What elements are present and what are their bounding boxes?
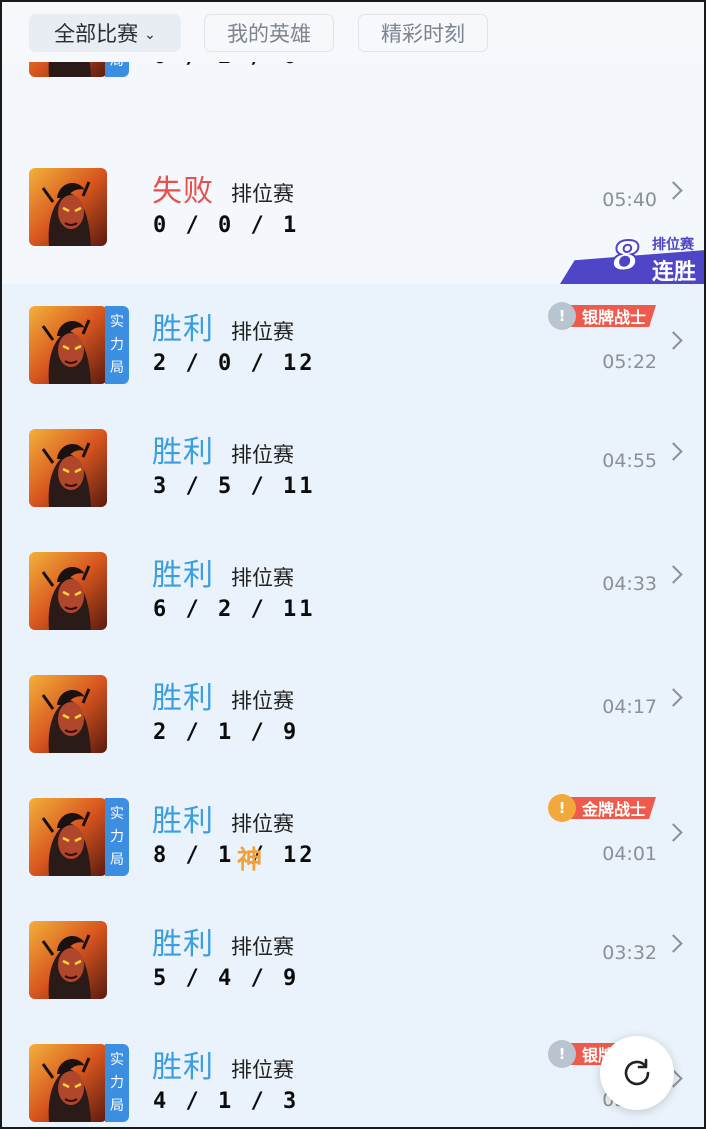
hero-avatar <box>29 168 107 246</box>
match-time: 05:22 <box>602 351 657 373</box>
streak-count: 8 <box>611 233 641 281</box>
hero-avatar-icon <box>29 306 107 384</box>
match-mode: 排位赛 <box>231 812 294 836</box>
hero-avatar <box>29 552 107 630</box>
match-mode: 排位赛 <box>231 182 294 206</box>
chevron-right-icon <box>664 565 683 584</box>
tag-char: 实 <box>110 1052 124 1068</box>
filter-all-matches[interactable]: 全部比赛 ⌄ <box>29 14 181 52</box>
chevron-right-icon <box>664 331 683 350</box>
match-time: 03:32 <box>602 942 657 964</box>
match-quality-tag: 实力局 <box>105 1044 129 1122</box>
hero-avatar <box>29 429 107 507</box>
match-row[interactable]: 胜利 排位赛 2 / 1 / 9 04:17 <box>0 653 706 776</box>
filter-label: 全部比赛 <box>54 22 139 46</box>
gold-badge: ! 金牌战士 <box>547 794 656 822</box>
medal-icon: ! <box>547 1040 576 1068</box>
chevron-down-icon: ⌄ <box>144 26 156 43</box>
match-kda: 8 / 1 / 12 <box>153 843 316 868</box>
hero-avatar-icon <box>29 1044 107 1122</box>
match-result: 胜利 <box>152 681 214 716</box>
match-list: 暴走局胜利排位赛6 / 2 / 6 ★ MVP ! 金牌战士05:50 失败排位… <box>0 0 706 1129</box>
match-time: 04:33 <box>602 573 657 595</box>
hero-avatar-icon <box>29 798 107 876</box>
match-result: 胜利 <box>152 1050 214 1085</box>
hero-avatar-icon <box>29 168 107 246</box>
win-streak-banner: 8 排位赛 连胜 <box>560 232 706 285</box>
chevron-right-icon <box>664 442 683 461</box>
hero-avatar-icon <box>29 675 107 753</box>
tag-char: 局 <box>110 360 124 376</box>
match-mode: 排位赛 <box>231 320 294 344</box>
match-row[interactable]: 胜利 排位赛 5 / 4 / 9 03:32 <box>0 899 706 1022</box>
streak-mode: 排位赛 <box>652 237 694 253</box>
godlike-mark: 神 <box>237 845 263 874</box>
filter-label: 我的英雄 <box>227 22 311 46</box>
streak-label: 连胜 <box>652 260 697 285</box>
match-kda: 4 / 1 / 3 <box>153 1089 300 1114</box>
match-mode: 排位赛 <box>231 689 294 713</box>
medal-icon: ! <box>547 302 576 330</box>
hero-avatar <box>29 1044 107 1122</box>
hero-avatar-icon <box>29 429 107 507</box>
hero-avatar <box>29 798 107 876</box>
hero-avatar <box>29 306 107 384</box>
chevron-right-icon <box>664 934 683 953</box>
hero-avatar-icon <box>29 921 107 999</box>
match-time: 04:17 <box>602 696 657 718</box>
tag-char: 实 <box>110 314 124 330</box>
medal-icon: ! <box>547 794 576 822</box>
tag-char: 力 <box>110 829 124 845</box>
tag-char: 局 <box>110 1098 124 1114</box>
match-result: 胜利 <box>152 435 214 470</box>
match-result: 失败 <box>152 174 214 209</box>
chevron-right-icon <box>664 688 683 707</box>
refresh-button[interactable] <box>600 1036 674 1110</box>
tag-char: 局 <box>110 852 124 868</box>
hero-avatar-icon <box>29 552 107 630</box>
match-time: 05:40 <box>602 189 657 211</box>
match-result: 胜利 <box>152 312 214 347</box>
match-kda: 2 / 1 / 9 <box>153 720 300 745</box>
match-quality-tag: 实力局 <box>105 798 129 876</box>
hero-avatar <box>29 675 107 753</box>
match-kda: 3 / 5 / 11 <box>153 474 316 499</box>
chevron-right-icon <box>664 181 683 200</box>
match-row[interactable]: 胜利 排位赛 6 / 2 / 11 04:33 <box>0 530 706 653</box>
match-mode: 排位赛 <box>231 935 294 959</box>
match-result: 胜利 <box>152 558 214 593</box>
tag-char: 力 <box>110 1075 124 1091</box>
match-quality-tag: 实力局 <box>105 306 129 384</box>
match-row[interactable]: 胜利 排位赛 3 / 5 / 11 04:55 <box>0 407 706 530</box>
filter-label: 精彩时刻 <box>381 22 465 46</box>
match-result: 胜利 <box>152 927 214 962</box>
match-kda: 2 / 0 / 12 <box>153 351 316 376</box>
silver-badge: ! 银牌战士 <box>547 302 656 330</box>
refresh-icon <box>624 1058 650 1086</box>
match-kda: 5 / 4 / 9 <box>153 966 300 991</box>
match-time: 04:55 <box>602 450 657 472</box>
hero-avatar <box>29 921 107 999</box>
badge-label: 银牌战士 <box>569 305 656 327</box>
filter-bar: 全部比赛 ⌄ 我的英雄 精彩时刻 <box>0 0 706 62</box>
match-row[interactable]: 实力局胜利 排位赛 2 / 0 / 12 ! 银牌战士 05:22 <box>0 284 706 407</box>
filter-highlights[interactable]: 精彩时刻 <box>358 14 488 52</box>
match-kda: 0 / 0 / 1 <box>153 213 300 238</box>
match-row[interactable]: 实力局胜利 排位赛 8 / 1 / 12 神 ! 金牌战士 04:01 <box>0 776 706 899</box>
match-mode: 排位赛 <box>231 1058 294 1082</box>
match-result: 胜利 <box>152 804 214 839</box>
chevron-right-icon <box>664 823 683 842</box>
match-mode: 排位赛 <box>231 566 294 590</box>
match-kda: 6 / 2 / 11 <box>153 597 316 622</box>
match-time: 04:01 <box>602 843 657 865</box>
tag-char: 实 <box>110 806 124 822</box>
filter-my-heroes[interactable]: 我的英雄 <box>204 14 334 52</box>
tag-char: 力 <box>110 337 124 353</box>
badge-label: 金牌战士 <box>569 797 656 819</box>
match-mode: 排位赛 <box>231 443 294 467</box>
